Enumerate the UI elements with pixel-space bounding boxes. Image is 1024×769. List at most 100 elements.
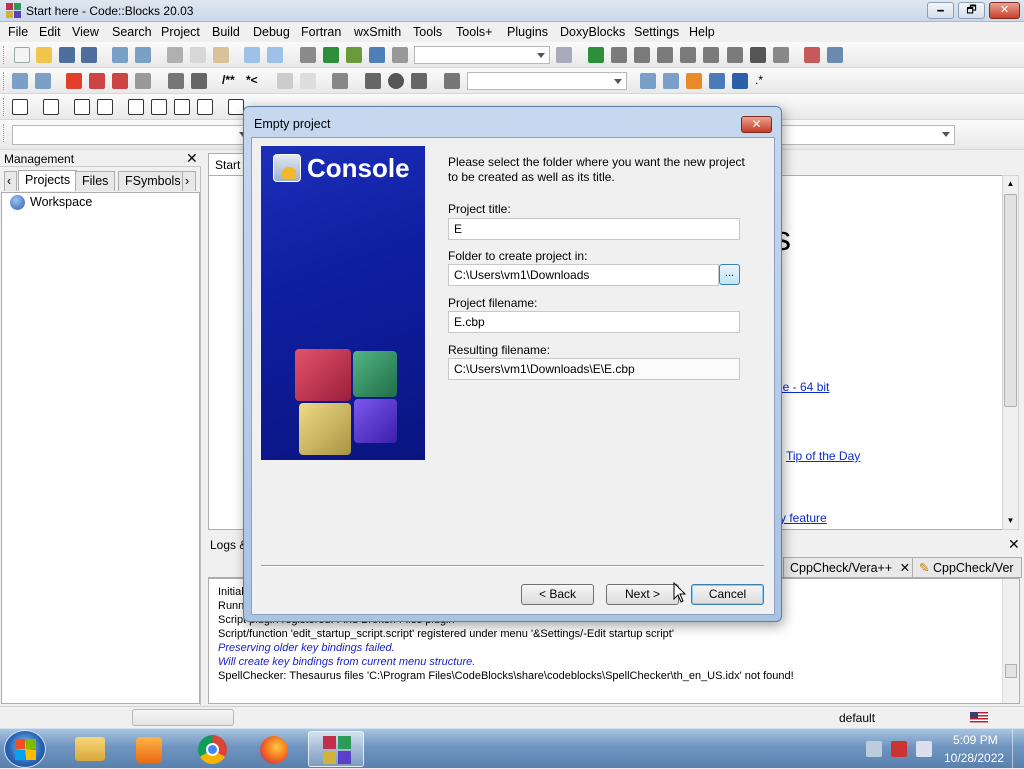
taskbar-codeblocks[interactable] <box>308 731 364 767</box>
menu-plugins[interactable]: Plugins <box>507 25 548 39</box>
jump-next-icon[interactable] <box>411 73 427 89</box>
build-gear-icon[interactable] <box>300 47 316 63</box>
link-tip-of-the-day[interactable]: Tip of the Day <box>786 449 860 463</box>
close-window-button[interactable]: ✕ <box>989 2 1020 19</box>
bookmark-toggle-icon[interactable] <box>66 73 82 89</box>
tab-close-icon[interactable]: ✕ <box>900 561 910 575</box>
scroll-thumb[interactable] <box>1004 194 1017 407</box>
tray-action-center-icon[interactable] <box>891 741 907 757</box>
menu-file[interactable]: File <box>8 25 28 39</box>
find-icon[interactable] <box>244 47 260 63</box>
tab-files[interactable]: Files <box>75 171 116 191</box>
cancel-button[interactable]: Cancel <box>691 584 764 605</box>
next-button[interactable]: Next > <box>606 584 679 605</box>
tab-cppcheck-vera[interactable]: CppCheck/Vera++ ✕ <box>783 557 918 577</box>
pause-icon[interactable] <box>750 47 766 63</box>
tray-network-icon[interactable] <box>866 741 882 757</box>
doxygen-line-comment-button[interactable]: *< <box>246 73 258 87</box>
undo-icon[interactable] <box>112 47 128 63</box>
spacer-icon[interactable] <box>228 99 244 115</box>
target-options-icon[interactable] <box>556 47 572 63</box>
rebuild-icon[interactable] <box>369 47 385 63</box>
toolbar-grip[interactable] <box>3 72 6 90</box>
match-case-icon[interactable] <box>732 73 748 89</box>
toolbar-grip[interactable] <box>3 46 6 64</box>
stop-debug-icon[interactable] <box>773 47 789 63</box>
menu-project[interactable]: Project <box>161 25 200 39</box>
bookmark-clear-icon[interactable] <box>135 73 151 89</box>
menu-settings[interactable]: Settings <box>634 25 679 39</box>
search-prev-icon[interactable] <box>640 73 656 89</box>
menu-debug[interactable]: Debug <box>253 25 290 39</box>
start-button[interactable] <box>4 730 46 768</box>
function-select[interactable] <box>772 125 955 145</box>
flex-sizer-icon[interactable] <box>97 99 113 115</box>
tab-cppcheck-ver[interactable]: ✎ CppCheck/Ver <box>912 557 1022 577</box>
config-wrench-icon[interactable] <box>332 73 348 89</box>
browse-folder-button[interactable]: ... <box>719 264 740 285</box>
panel-2-icon[interactable] <box>151 99 167 115</box>
tray-volume-icon[interactable] <box>916 741 932 757</box>
menu-doxyblocks[interactable]: DoxyBlocks <box>560 25 625 39</box>
tab-fsymbols[interactable]: FSymbols <box>118 171 188 191</box>
nav-back-icon[interactable] <box>12 73 28 89</box>
back-button[interactable]: < Back <box>521 584 594 605</box>
menu-wxsmith[interactable]: wxSmith <box>354 25 401 39</box>
menu-search[interactable]: Search <box>112 25 152 39</box>
build-run-icon[interactable] <box>346 47 362 63</box>
regex-button[interactable]: .* <box>755 73 763 87</box>
debug-info-icon[interactable] <box>827 47 843 63</box>
bookmark-next-icon[interactable] <box>112 73 128 89</box>
toolbar-grip[interactable] <box>3 98 6 116</box>
toolbar-grip[interactable] <box>3 124 6 142</box>
replace-icon[interactable] <box>267 47 283 63</box>
abort-icon[interactable] <box>392 47 408 63</box>
box-sizer-icon[interactable] <box>43 99 59 115</box>
step-into-icon[interactable] <box>680 47 696 63</box>
save-all-icon[interactable] <box>81 47 97 63</box>
panel-4-icon[interactable] <box>197 99 213 115</box>
taskbar-explorer[interactable] <box>62 731 118 767</box>
grid-sizer-icon[interactable] <box>74 99 90 115</box>
log-scroll-thumb[interactable] <box>1005 664 1017 678</box>
save-icon[interactable] <box>59 47 75 63</box>
scroll-up-icon[interactable]: ▲ <box>1003 176 1018 192</box>
open-file-icon[interactable] <box>36 47 52 63</box>
jump-prev-icon[interactable] <box>365 73 381 89</box>
maximize-button[interactable]: 🗗 <box>958 2 985 19</box>
jump-dot-icon[interactable] <box>388 73 404 89</box>
tab-scroll-left-icon[interactable]: ‹ <box>4 171 17 191</box>
clock-time[interactable]: 5:09 PM <box>953 733 998 747</box>
tab-scroll-right-icon[interactable]: › <box>182 171 196 191</box>
menu-fortran[interactable]: Fortran <box>301 25 341 39</box>
menu-help[interactable]: Help <box>689 25 715 39</box>
run-icon[interactable] <box>323 47 339 63</box>
taskbar-media-player[interactable] <box>121 731 177 767</box>
project-filename-input[interactable]: E.cbp <box>448 311 740 333</box>
management-close-icon[interactable]: ✕ <box>186 150 198 167</box>
step-out-icon[interactable] <box>703 47 719 63</box>
scope-select[interactable] <box>12 125 252 145</box>
search-next-icon[interactable] <box>663 73 679 89</box>
menu-build[interactable]: Build <box>212 25 240 39</box>
log-scrollbar[interactable] <box>1002 579 1019 703</box>
build-target-select[interactable] <box>414 46 550 64</box>
doxywizard-icon[interactable] <box>277 73 293 89</box>
dialog-close-button[interactable]: ✕ <box>741 116 772 133</box>
minimize-button[interactable]: 🗕 <box>927 2 954 19</box>
nav-forward-icon[interactable] <box>35 73 51 89</box>
tab-projects[interactable]: Projects <box>18 170 78 191</box>
menu-edit[interactable]: Edit <box>39 25 61 39</box>
step-instruction-icon[interactable] <box>727 47 743 63</box>
taskbar-firefox[interactable] <box>246 731 302 767</box>
logs-close-icon[interactable]: ✕ <box>1008 536 1020 553</box>
link-64bit[interactable]: de - 64 bit <box>776 380 829 394</box>
copy-icon[interactable] <box>190 47 206 63</box>
workspace-node[interactable]: Workspace <box>30 195 92 209</box>
highlight-icon[interactable] <box>686 73 702 89</box>
folder-input[interactable]: C:\Users\vm1\Downloads <box>448 264 719 286</box>
new-file-icon[interactable] <box>14 47 30 63</box>
next-instruction-icon[interactable] <box>657 47 673 63</box>
bookmark-prev-icon[interactable] <box>89 73 105 89</box>
menu-view[interactable]: View <box>72 25 99 39</box>
